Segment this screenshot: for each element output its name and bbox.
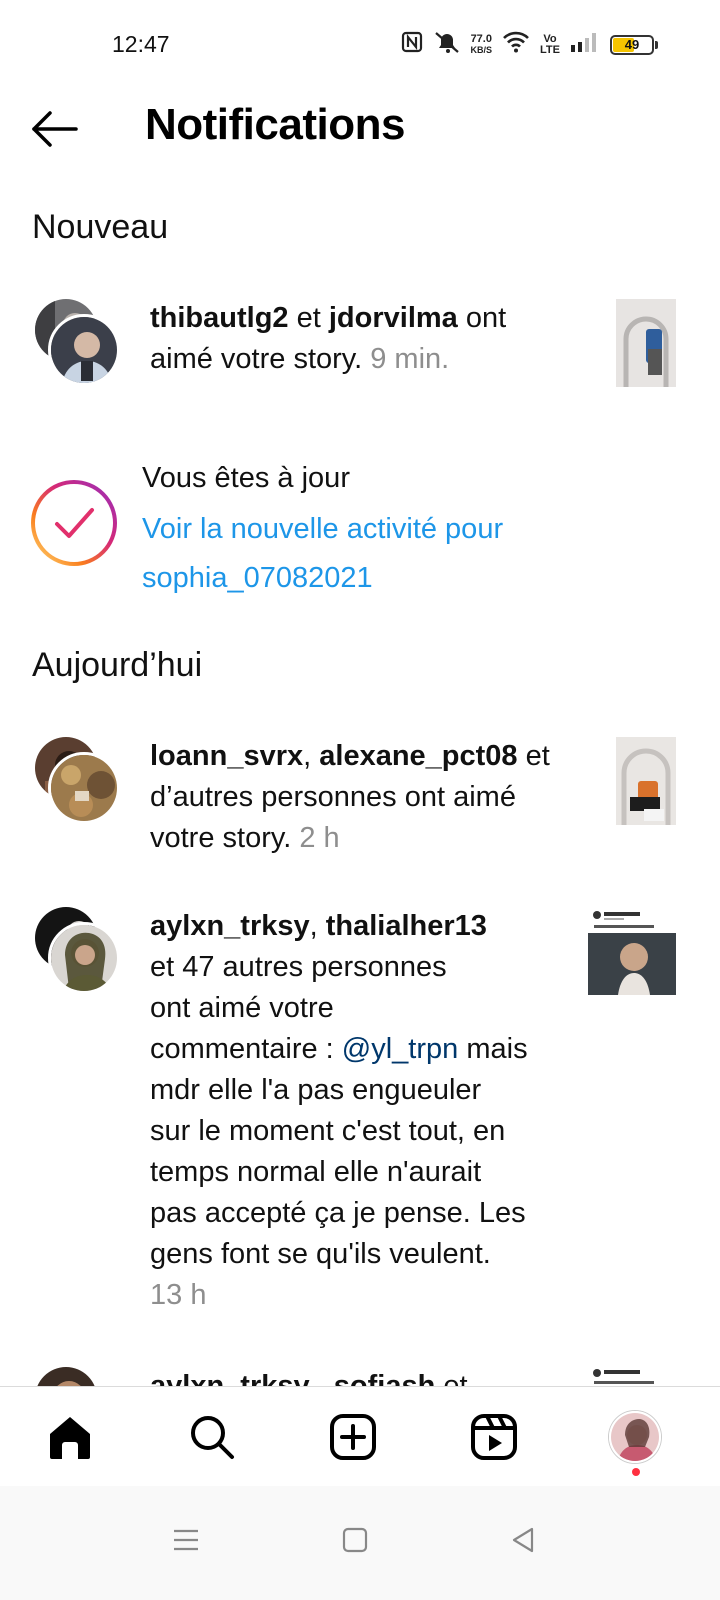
sys-home-button[interactable] — [325, 1510, 385, 1570]
text-line: ont aimé votre — [150, 992, 334, 1024]
text-segment: et — [435, 1370, 468, 1386]
status-icons: 77.0 KB/S Vo LTE 49 — [401, 30, 658, 59]
back-arrow-icon — [32, 111, 78, 147]
search-icon — [191, 1416, 234, 1459]
notification-text: thibautlg2 et jdorvilma ont aimé votre s… — [150, 298, 560, 380]
notification-item[interactable]: aylxn_trksy, thalialher13 et 47 autres p… — [0, 904, 720, 1314]
username[interactable]: aylxn_trksy — [150, 1370, 310, 1386]
sys-back-button[interactable] — [493, 1510, 553, 1570]
notification-text: loann_svrx, alexane_pct08 et d’autres pe… — [150, 736, 570, 859]
post-thumbnail[interactable] — [588, 907, 676, 995]
volte-icon: Vo LTE — [540, 32, 560, 56]
sys-menu-button[interactable] — [156, 1510, 216, 1570]
triangle-back-icon — [512, 1527, 534, 1553]
text-segment: mais — [458, 1033, 528, 1065]
net-speed-unit: KB/S — [470, 44, 493, 55]
notification-item[interactable]: thibautlg2 et jdorvilma ont aimé votre s… — [0, 296, 720, 396]
text-line: sur le moment c'est tout, en — [150, 1115, 506, 1147]
timestamp: 13 h — [150, 1279, 207, 1311]
text-segment: , — [309, 910, 326, 942]
username[interactable]: jdorvilma — [329, 302, 458, 334]
profile-avatar — [609, 1411, 661, 1463]
nfc-icon — [401, 31, 423, 58]
nav-create[interactable] — [323, 1407, 383, 1467]
reels-icon — [471, 1414, 517, 1460]
text-segment: et — [288, 302, 329, 334]
section-title-today: Aujourd’hui — [32, 646, 203, 684]
wifi-icon — [502, 31, 530, 58]
back-button[interactable] — [30, 108, 80, 150]
nav-search[interactable] — [182, 1407, 242, 1467]
story-thumbnail[interactable] — [616, 737, 676, 825]
avatar-stack[interactable] — [32, 296, 122, 386]
timestamp: 9 min. — [370, 343, 450, 375]
notification-dot — [632, 1468, 640, 1476]
username[interactable]: thalialher13 — [326, 910, 487, 942]
text-line: temps normal elle n'aurait — [150, 1156, 482, 1188]
username[interactable]: thibautlg2 — [150, 302, 289, 334]
up-to-date-check-icon — [30, 479, 118, 567]
status-bar: 12:47 77.0 KB/S Vo LTE 49 — [0, 0, 720, 90]
home-icon — [50, 1417, 90, 1459]
notification-text: aylxn_trksy , sofiash et — [150, 1366, 570, 1386]
mention-link[interactable]: @yl_trpn — [342, 1033, 458, 1065]
text-line: pas accepté ça je pense. Les — [150, 1197, 526, 1229]
section-title-new: Nouveau — [32, 208, 169, 246]
text-line: et 47 autres personnes — [150, 951, 447, 983]
avatar — [48, 752, 120, 824]
up-to-date-title: Vous êtes à jour — [142, 462, 350, 494]
new-activity-link[interactable]: Voir la nouvelle activité pour sophia_07… — [142, 505, 622, 603]
timestamp: 2 h — [299, 822, 340, 854]
nav-home[interactable] — [40, 1407, 100, 1467]
text-segment: , — [303, 740, 320, 772]
menu-icon — [174, 1529, 198, 1551]
post-thumbnail[interactable] — [588, 1365, 676, 1386]
avatar — [48, 922, 120, 994]
avatar — [32, 1364, 100, 1386]
square-icon — [342, 1527, 368, 1553]
mute-icon — [433, 30, 461, 59]
nav-reels[interactable] — [464, 1407, 524, 1467]
username[interactable]: sofiash — [334, 1370, 436, 1386]
avatar-stack[interactable] — [32, 904, 122, 994]
username[interactable]: aylxn_trksy — [150, 910, 310, 942]
text-line: commentaire : — [150, 1033, 342, 1065]
avatar-stack[interactable] — [32, 734, 122, 824]
bottom-nav — [0, 1386, 720, 1486]
net-speed-value: 77.0 — [470, 32, 492, 45]
text-line: mdr elle l'a pas engueuler — [150, 1074, 482, 1106]
text-line: gens font se qu'ils veulent. — [150, 1238, 491, 1270]
system-nav-bar — [0, 1486, 720, 1600]
battery-level: 49 — [624, 37, 640, 52]
page-title: Notifications — [145, 100, 405, 149]
notification-text: aylxn_trksy, thalialher13 et 47 autres p… — [150, 906, 570, 1316]
create-icon — [330, 1414, 376, 1460]
story-thumbnail[interactable] — [616, 299, 676, 387]
avatar — [48, 314, 120, 386]
nav-profile[interactable] — [605, 1407, 665, 1467]
notification-item[interactable]: loann_svrx, alexane_pct08 et d’autres pe… — [0, 734, 720, 864]
notification-item[interactable]: aylxn_trksy , sofiash et — [0, 1360, 720, 1386]
text-segment: , — [309, 1370, 334, 1386]
signal-icon — [570, 31, 600, 58]
battery-icon: 49 — [610, 34, 658, 55]
username[interactable]: loann_svrx — [150, 740, 303, 772]
avatar-stack[interactable] — [32, 1364, 122, 1386]
status-time: 12:47 — [112, 31, 170, 57]
header: Notifications — [0, 90, 720, 170]
username[interactable]: alexane_pct08 — [319, 740, 517, 772]
net-speed: 77.0 KB/S — [470, 32, 493, 56]
